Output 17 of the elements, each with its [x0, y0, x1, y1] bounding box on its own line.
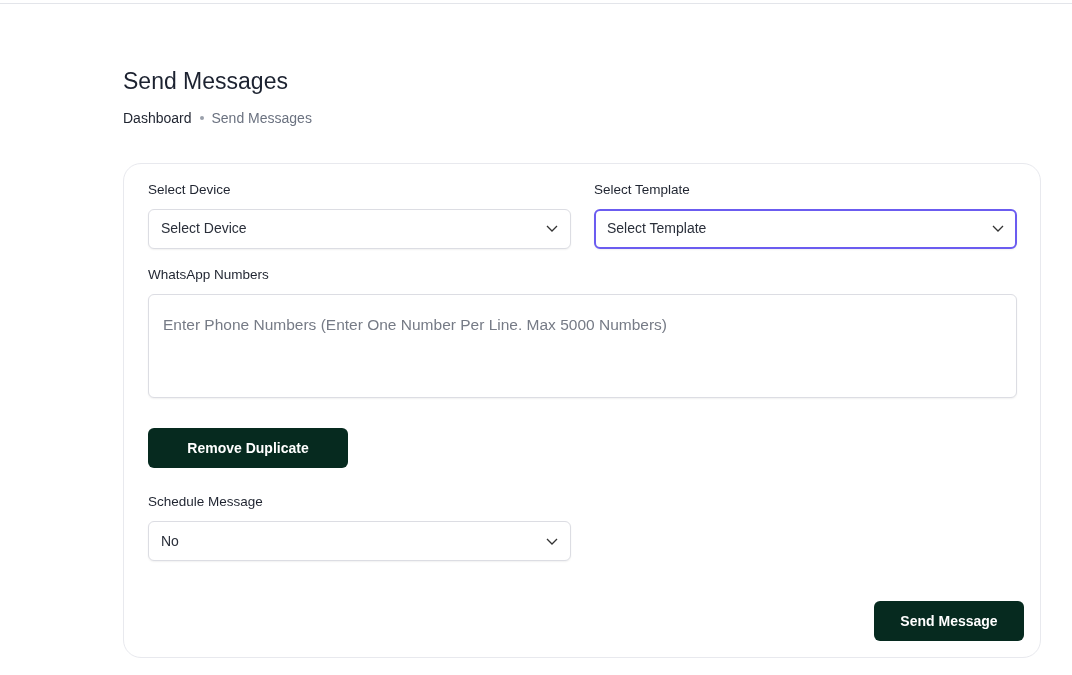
send-message-button[interactable]: Send Message	[874, 601, 1024, 642]
chevron-down-icon	[992, 225, 1004, 233]
page-title: Send Messages	[123, 68, 289, 96]
field-label: WhatsApp Numbers	[148, 265, 270, 284]
field-label: Select Device	[148, 180, 232, 199]
breadcrumb-current: Send Messages	[211, 108, 312, 128]
field-label: Schedule Message	[148, 493, 264, 512]
remove-duplicate-button[interactable]: Remove Duplicate	[148, 428, 348, 469]
schedule-select[interactable]: No	[148, 521, 571, 562]
separator-dot	[199, 116, 204, 121]
chevron-down-icon	[546, 225, 558, 233]
phone-numbers-field[interactable]: Enter Phone Numbers (Enter One Number Per Line. Max 5000 Numbers)	[148, 294, 1017, 399]
device-select[interactable]: Select Device	[148, 208, 571, 249]
template-select[interactable]: Select Template	[594, 208, 1017, 249]
chevron-down-icon	[546, 537, 558, 545]
breadcrumb-link[interactable]: Dashboard	[123, 107, 192, 129]
field-label: Select Template	[594, 180, 691, 199]
